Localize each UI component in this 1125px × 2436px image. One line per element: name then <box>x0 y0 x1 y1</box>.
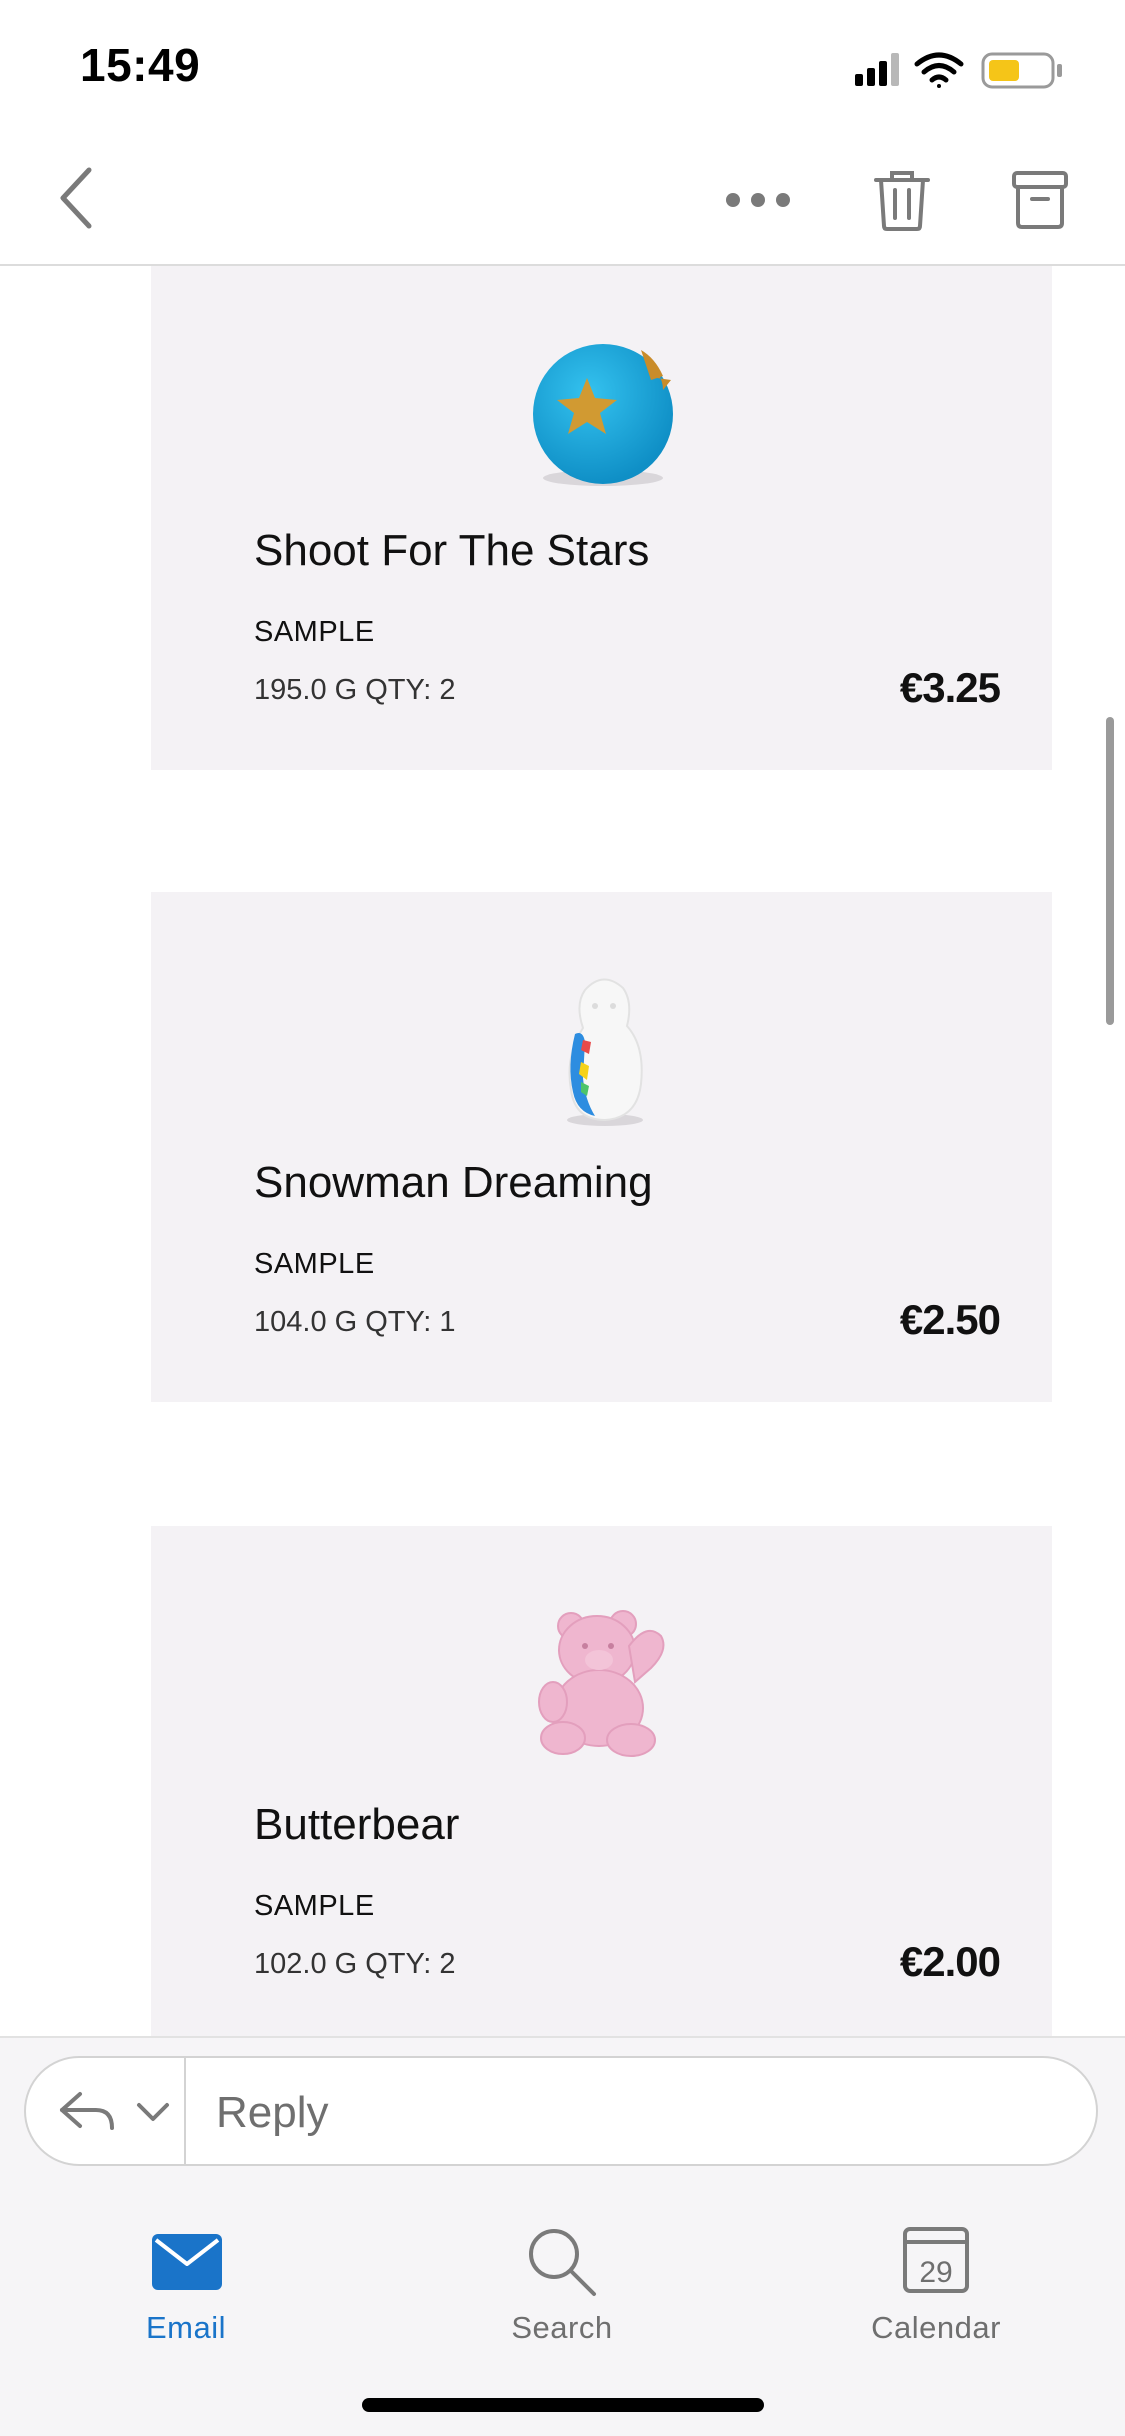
product-label: SAMPLE <box>254 616 375 648</box>
product-weight-qty: 104.0 G QTY: 1 <box>254 1306 456 1338</box>
email-body[interactable]: Shoot For The Stars SAMPLE 195.0 G QTY: … <box>0 266 1125 2036</box>
tab-label-calendar: Calendar <box>871 2310 1001 2345</box>
product-weight-qty: 195.0 G QTY: 2 <box>254 674 456 706</box>
delete-button[interactable] <box>862 160 942 240</box>
more-button[interactable] <box>718 170 798 230</box>
status-time: 15:49 <box>80 39 201 91</box>
back-button[interactable] <box>40 158 110 238</box>
home-indicator[interactable] <box>362 2398 764 2412</box>
product-name: Snowman Dreaming <box>254 1158 653 1207</box>
product-image-shoot-for-the-stars <box>523 336 683 496</box>
status-icons <box>855 52 1062 89</box>
product-price: €3.25 <box>899 664 1001 711</box>
archive-button[interactable] <box>1000 160 1080 240</box>
battery-icon <box>981 52 1062 89</box>
product-label: SAMPLE <box>254 1248 375 1280</box>
message-toolbar <box>0 130 1125 266</box>
product-image-butterbear <box>523 1602 683 1762</box>
reply-options-button[interactable] <box>26 2058 184 2164</box>
calendar-day: 29 <box>919 2256 953 2289</box>
product-name: Shoot For The Stars <box>254 526 650 575</box>
trash-icon <box>874 171 930 231</box>
back-chevron-icon <box>60 167 92 229</box>
archive-icon <box>1012 171 1068 229</box>
reply-bar: Reply <box>0 2036 1125 2188</box>
envelope-icon <box>152 2234 222 2290</box>
vertical-scrollbar[interactable] <box>1106 717 1114 1025</box>
product-card: Butterbear SAMPLE 102.0 G QTY: 2 €2.00 <box>151 1526 1052 2036</box>
tab-email[interactable]: Email <box>76 2210 296 2350</box>
reply-field[interactable]: Reply <box>24 2056 1098 2166</box>
tab-calendar[interactable]: 29 Calendar <box>826 2210 1046 2350</box>
more-icon <box>726 193 790 207</box>
product-price: €2.50 <box>899 1296 1001 1343</box>
tab-label-search: Search <box>511 2310 613 2345</box>
reply-divider <box>184 2058 186 2164</box>
tab-label-email: Email <box>145 2310 226 2345</box>
reply-placeholder[interactable]: Reply <box>216 2088 329 2138</box>
tab-search[interactable]: Search <box>452 2210 672 2350</box>
status-bar: 15:49 <box>0 0 1125 130</box>
cellular-signal-icon <box>855 53 899 86</box>
product-label: SAMPLE <box>254 1890 375 1922</box>
product-name: Butterbear <box>254 1800 460 1849</box>
product-weight-qty: 102.0 G QTY: 2 <box>254 1948 456 1980</box>
product-image-snowman-dreaming <box>523 970 683 1130</box>
product-price: €2.00 <box>899 1938 1001 1985</box>
chevron-down-icon <box>137 2103 169 2121</box>
product-card: Snowman Dreaming SAMPLE 104.0 G QTY: 1 €… <box>151 892 1052 1402</box>
magnifier-icon <box>529 2229 596 2296</box>
wifi-icon <box>914 52 964 88</box>
product-card: Shoot For The Stars SAMPLE 195.0 G QTY: … <box>151 266 1052 770</box>
reply-arrow-icon <box>60 2092 114 2130</box>
